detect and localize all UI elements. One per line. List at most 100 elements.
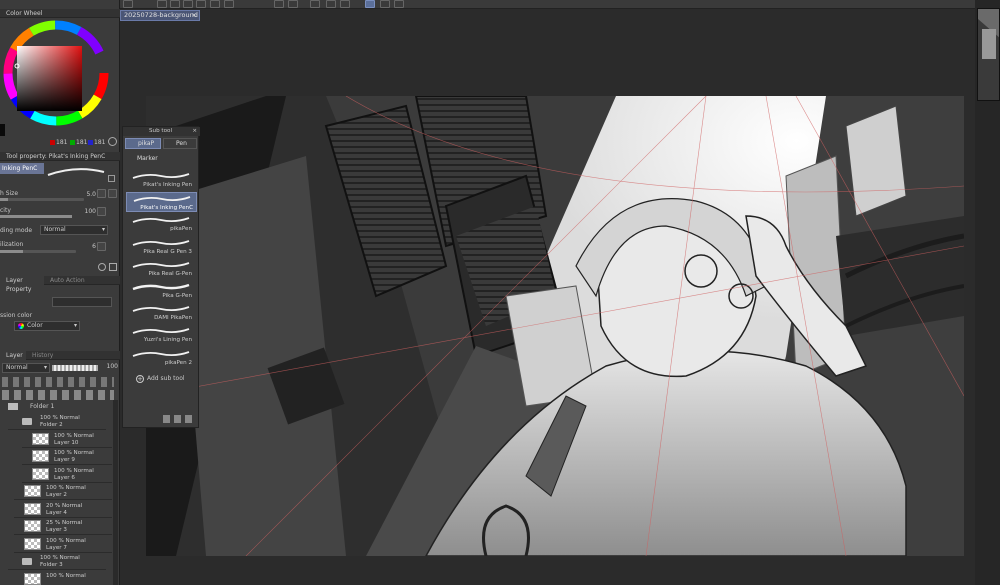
layer-thumbnail — [24, 572, 41, 585]
brush-item[interactable]: pikaPen 2 — [126, 348, 197, 368]
add-sub-tool-button[interactable]: Add sub tool — [147, 375, 185, 382]
opacity-slider[interactable] — [0, 215, 72, 218]
tool-settings-icon[interactable] — [109, 263, 117, 271]
tab-pikap[interactable]: pikaP — [125, 138, 161, 149]
tool-name-field[interactable]: Inking PenC — [0, 163, 44, 174]
layer-tools-row[interactable] — [2, 377, 114, 387]
grid-icon[interactable] — [380, 0, 390, 8]
brush-stroke-preview — [47, 168, 105, 176]
top-toolbar — [120, 0, 975, 9]
brush-item[interactable]: Pikat's Inking PenC — [126, 192, 197, 213]
blending-mode-select[interactable]: Normal ▾ — [40, 225, 108, 235]
save-icon[interactable] — [183, 0, 193, 8]
layer-row[interactable]: 100 % Normal Layer 7 — [14, 535, 112, 553]
fill-icon[interactable] — [274, 0, 284, 8]
open-icon[interactable] — [170, 0, 180, 8]
navigator-thumbnail[interactable] — [977, 8, 1000, 101]
layer-blend-value: Normal — [6, 364, 28, 371]
main-color-swatch[interactable] — [0, 124, 5, 136]
redo-icon[interactable] — [210, 0, 220, 8]
wrench-icon[interactable] — [108, 175, 115, 182]
close-icon[interactable]: × — [192, 11, 197, 20]
sub-tool-title: Sub tool × — [123, 127, 200, 136]
ruler-snap-icon[interactable] — [365, 0, 375, 8]
tab-marker[interactable]: Marker — [125, 154, 165, 165]
effect-buttons-row[interactable] — [52, 297, 112, 307]
chevron-down-icon: ▾ — [101, 226, 105, 233]
perspective-icon[interactable] — [394, 0, 404, 8]
close-icon[interactable]: × — [192, 127, 197, 136]
layer-name: Layer 4 — [46, 509, 67, 516]
brush-item[interactable]: Pikat's Inking Pen — [126, 170, 197, 190]
color-g-swatch — [70, 140, 75, 145]
layer-blend-info: 20 % Normal — [46, 502, 83, 509]
layer-actions-row[interactable] — [2, 390, 114, 400]
auto-action-tab[interactable]: Auto Action — [50, 276, 85, 285]
layer-name: Layer 6 — [54, 474, 75, 481]
layer-tab[interactable]: Layer — [0, 351, 26, 360]
brush-size-dropdown-icon[interactable] — [97, 189, 106, 198]
brush-item[interactable]: Yuzri's Lining Pen — [126, 325, 197, 345]
add-icon[interactable]: + — [136, 375, 144, 383]
brush-stroke-preview — [132, 173, 190, 179]
reset-icon[interactable] — [98, 263, 106, 271]
color-value-g: 181 — [76, 139, 88, 146]
pressure-icon[interactable] — [108, 189, 117, 198]
brush-name: DAMI PikaPen — [154, 315, 192, 322]
invert-icon[interactable] — [326, 0, 336, 8]
expression-color-select[interactable]: Color ▾ — [14, 321, 80, 331]
select-icon[interactable] — [340, 0, 350, 8]
new-icon[interactable] — [157, 0, 167, 8]
layer-row[interactable]: 100 % Normal Layer 6 — [22, 465, 112, 483]
stabilization-dropdown-icon[interactable] — [97, 242, 106, 251]
brush-name: Pikat's Inking PenC — [140, 205, 193, 212]
blending-mode-label: ding mode — [0, 227, 33, 234]
stabilization-slider[interactable] — [0, 250, 76, 253]
brush-item[interactable]: Pika Real G Pen 3 — [126, 237, 197, 257]
brush-item[interactable]: Pika Real G-Pen — [126, 259, 197, 279]
brush-item[interactable]: pikaPen — [126, 214, 197, 234]
layer-blend-select[interactable]: Normal ▾ — [2, 363, 50, 373]
transform-icon[interactable] — [288, 0, 298, 8]
layer-thumbnail — [32, 467, 49, 480]
layer-property-tab[interactable]: Layer Property — [0, 276, 44, 294]
layer-row[interactable]: 20 % Normal Layer 4 — [14, 500, 112, 518]
clear-icon[interactable] — [224, 0, 234, 8]
opacity-value: 100 — [84, 208, 96, 215]
menu-icon[interactable] — [123, 0, 133, 8]
opacity-dropdown-icon[interactable] — [97, 207, 106, 216]
layer-panel-header: Layer History — [0, 351, 120, 360]
layer-blend-info: 100 % Normal — [54, 432, 94, 439]
undo-icon[interactable] — [196, 0, 206, 8]
layer-blend-info: 100 % Normal — [46, 485, 86, 491]
tab-pikap-label: pikaP — [138, 140, 155, 147]
layer-row[interactable]: 100 % Normal Folder 2 — [8, 413, 106, 430]
sub-tool-panel: Sub tool × pikaP Pen Marker Pikat's Inkin… — [122, 126, 200, 428]
layer-row[interactable]: 100 % Normal Layer 9 — [22, 448, 112, 465]
layer-row[interactable]: 100 % Normal Folder 3 — [8, 553, 106, 570]
layer-scrollbar[interactable] — [113, 400, 118, 585]
deselect-icon[interactable] — [310, 0, 320, 8]
layer-row[interactable]: 100 % Normal Layer 2 — [14, 483, 112, 500]
document-tab[interactable]: 20250728-background × — [120, 10, 200, 21]
brush-item[interactable]: DAMI PikaPen — [126, 303, 197, 323]
layer-opacity-slider[interactable] — [52, 365, 98, 371]
settings-icon[interactable] — [108, 137, 117, 146]
brush-size-slider[interactable] — [0, 198, 84, 201]
sub-tool-actions[interactable] — [163, 415, 195, 423]
expression-color-label: ssion color — [0, 312, 33, 319]
color-wheel[interactable] — [0, 18, 112, 138]
brush-item[interactable]: Pika G-Pen — [126, 281, 197, 301]
drawing-canvas[interactable] — [146, 96, 964, 556]
history-tab[interactable]: History — [32, 351, 53, 360]
document-tab-title: 20250728-background — [124, 11, 198, 19]
color-mode-icon — [18, 322, 24, 329]
layer-blend-info: 100 % Normal — [46, 537, 86, 544]
layer-row[interactable]: 25 % Normal Layer 3 — [14, 518, 112, 535]
brush-stroke-preview — [132, 239, 190, 246]
layer-row[interactable]: 100 % Normal — [14, 570, 112, 585]
sub-tool-title-text: Sub tool — [149, 128, 173, 134]
tab-pen[interactable]: Pen — [163, 138, 197, 149]
layer-row[interactable]: 100 % Normal Layer 10 — [22, 430, 112, 448]
layer-thumbnail — [24, 537, 41, 550]
